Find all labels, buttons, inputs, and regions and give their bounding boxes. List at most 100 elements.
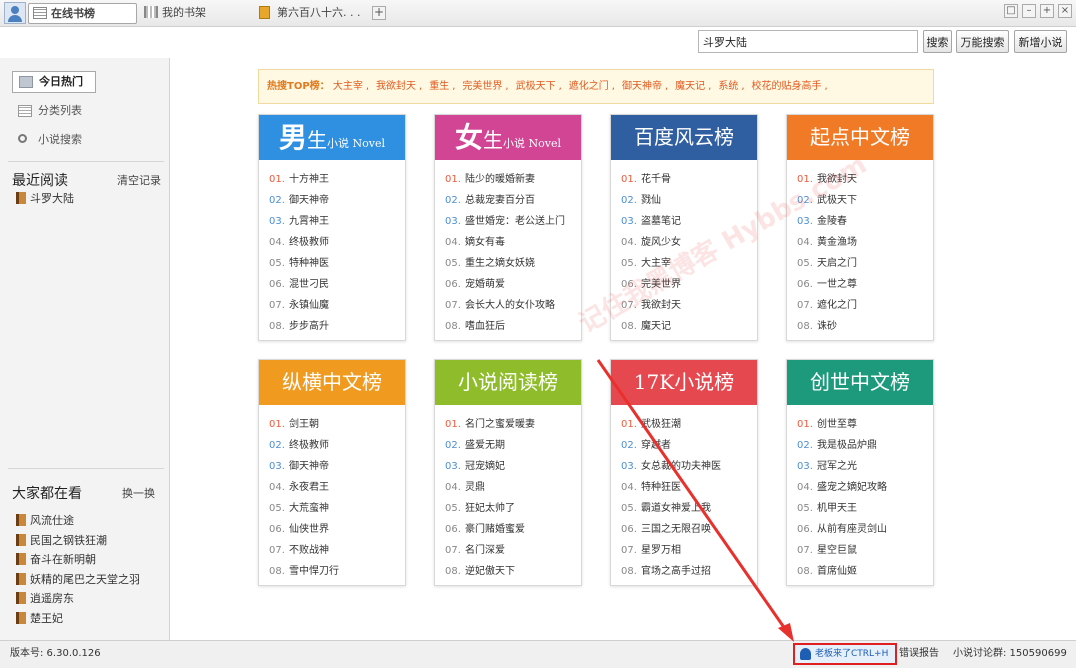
ranking-item[interactable]: 02. 终极教师 [269,435,405,456]
ranking-item[interactable]: 08. 雪中悍刀行 [269,561,405,582]
ranking-item[interactable]: 05. 大荒蛮神 [269,498,405,519]
user-avatar[interactable] [4,2,26,24]
ranking-item[interactable]: 03. 金陵春 [797,211,933,232]
ranking-item[interactable]: 07. 星罗万相 [621,540,757,561]
ranking-item[interactable]: 08. 步步高升 [269,316,405,337]
ranking-card-title[interactable]: 女生小说 Novel [435,115,581,160]
popular-book-item[interactable]: 民国之钢铁狂潮 [16,532,107,548]
ranking-item[interactable]: 07. 遮化之门 [797,295,933,316]
ranking-item[interactable]: 03. 九霄神王 [269,211,405,232]
ranking-item[interactable]: 01. 陆少的暖婚新妻 [445,169,581,190]
ranking-item[interactable]: 06. 宠婚萌爱 [445,274,581,295]
ranking-item[interactable]: 02. 武极天下 [797,190,933,211]
ranking-item[interactable]: 08. 嗜血狂后 [445,316,581,337]
ranking-item[interactable]: 03. 盗墓笔记 [621,211,757,232]
ranking-item[interactable]: 02. 盛爱无期 [445,435,581,456]
ranking-item[interactable]: 07. 会长大人的女仆攻略 [445,295,581,316]
ranking-item[interactable]: 08. 官场之高手过招 [621,561,757,582]
ranking-item[interactable]: 04. 嫡女有毒 [445,232,581,253]
boss-key-button[interactable]: 老板来了CTRL+H [793,643,897,665]
hot-keyword-link[interactable]: 完美世界 [462,81,502,92]
ranking-item[interactable]: 01. 名门之蜜爱暖妻 [445,414,581,435]
ranking-item[interactable]: 03. 御天神帝 [269,456,405,477]
refresh-link[interactable]: 换一换 [122,485,155,501]
hot-keyword-link[interactable]: 大主宰 [333,81,363,92]
popular-book-item[interactable]: 逍遥房东 [16,590,74,606]
hot-keyword-link[interactable]: 系统 [718,81,738,92]
ranking-item[interactable]: 04. 永夜君王 [269,477,405,498]
popular-book-item[interactable]: 风流仕途 [16,512,74,528]
ranking-item[interactable]: 04. 灵鼎 [445,477,581,498]
ranking-item[interactable]: 04. 特种狂医 [621,477,757,498]
ranking-item[interactable]: 06. 完美世界 [621,274,757,295]
ranking-item[interactable]: 01. 花千骨 [621,169,757,190]
ranking-item[interactable]: 08. 首席仙姬 [797,561,933,582]
ranking-item[interactable]: 05. 重生之嫡女妖娆 [445,253,581,274]
ranking-item[interactable]: 06. 仙侠世界 [269,519,405,540]
sidebar-item-category-list[interactable]: 分类列表 [12,101,82,123]
popular-book-item[interactable]: 妖精的尾巴之天堂之羽 [16,571,140,587]
recent-book-item[interactable]: 斗罗大陆 [16,190,74,206]
ranking-item[interactable]: 02. 总裁宠妻百分百 [445,190,581,211]
ranking-item[interactable]: 05. 天启之门 [797,253,933,274]
ranking-item[interactable]: 05. 特种神医 [269,253,405,274]
ranking-card-title[interactable]: 创世中文榜 [787,360,933,405]
hot-keyword-link[interactable]: 我欲封天 [376,81,416,92]
hot-keyword-link[interactable]: 御天神帝 [622,81,662,92]
minimize-icon[interactable]: – [1022,4,1036,18]
ranking-item[interactable]: 04. 旋风少女 [621,232,757,253]
ranking-item[interactable]: 01. 十方神王 [269,169,405,190]
ranking-item[interactable]: 07. 我欲封天 [621,295,757,316]
hot-keyword-link[interactable]: 魔天记 [675,81,705,92]
ranking-item[interactable]: 01. 我欲封天 [797,169,933,190]
popular-book-item[interactable]: 奋斗在新明朝 [16,551,96,567]
ranking-item[interactable]: 06. 一世之尊 [797,274,933,295]
ranking-item[interactable]: 03. 冠军之光 [797,456,933,477]
hot-keyword-link[interactable]: 武极天下 [516,81,556,92]
sidebar-item-novel-search[interactable]: 小说搜索 [12,130,82,152]
ranking-item[interactable]: 02. 御天神帝 [269,190,405,211]
ranking-item[interactable]: 07. 永镇仙魔 [269,295,405,316]
ranking-item[interactable]: 04. 终极教师 [269,232,405,253]
ranking-item[interactable]: 07. 星空巨鼠 [797,540,933,561]
add-novel-button[interactable]: 新增小说 [1014,30,1067,53]
tab-online-rankings[interactable]: 在线书榜 [28,3,137,24]
ranking-item[interactable]: 08. 诛砂 [797,316,933,337]
ranking-item[interactable]: 06. 混世刁民 [269,274,405,295]
restore-icon[interactable]: □ [1004,4,1018,18]
maximize-icon[interactable]: + [1040,4,1054,18]
ranking-card-title[interactable]: 百度风云榜 [611,115,757,160]
hot-keyword-link[interactable]: 遮化之门 [569,81,609,92]
ranking-item[interactable]: 03. 盛世婚宠：老公送上门 [445,211,581,232]
ranking-item[interactable]: 04. 黄金渔场 [797,232,933,253]
search-button[interactable]: 搜索 [923,30,952,53]
ranking-card-title[interactable]: 起点中文榜 [787,115,933,160]
ranking-item[interactable]: 02. 我是极品炉鼎 [797,435,933,456]
popular-book-item[interactable]: 楚王妃 [16,610,63,626]
ranking-item[interactable]: 06. 三国之无限召唤 [621,519,757,540]
ranking-item[interactable]: 05. 机甲天王 [797,498,933,519]
tab-my-bookshelf[interactable]: 我的书架 [140,3,240,24]
ranking-item[interactable]: 08. 魔天记 [621,316,757,337]
ranking-item[interactable]: 03. 女总裁的功夫神医 [621,456,757,477]
error-report-link[interactable]: 错误报告 [899,641,939,667]
ranking-card-title[interactable]: 男生小说 Novel [259,115,405,160]
universal-search-button[interactable]: 万能搜索 [956,30,1009,53]
tab-current-chapter[interactable]: 第六百八十六. . . [255,3,365,24]
ranking-item[interactable]: 05. 大主宰 [621,253,757,274]
ranking-item[interactable]: 08. 逆妃傲天下 [445,561,581,582]
search-input[interactable] [698,30,918,53]
ranking-item[interactable]: 07. 不败战神 [269,540,405,561]
ranking-card-title[interactable]: 纵横中文榜 [259,360,405,405]
clear-history-link[interactable]: 清空记录 [117,172,161,188]
ranking-item[interactable]: 05. 霸道女神爱上我 [621,498,757,519]
hot-keyword-link[interactable]: 校花的贴身高手 [752,81,822,92]
ranking-item[interactable]: 01. 创世至尊 [797,414,933,435]
ranking-card-title[interactable]: 17K小说榜 [611,360,757,405]
ranking-item[interactable]: 01. 剑王朝 [269,414,405,435]
hot-keyword-link[interactable]: 重生 [429,81,449,92]
close-icon[interactable]: × [1058,4,1072,18]
ranking-card-title[interactable]: 小说阅读榜 [435,360,581,405]
ranking-item[interactable]: 02. 穿越者 [621,435,757,456]
ranking-item[interactable]: 06. 从前有座灵剑山 [797,519,933,540]
